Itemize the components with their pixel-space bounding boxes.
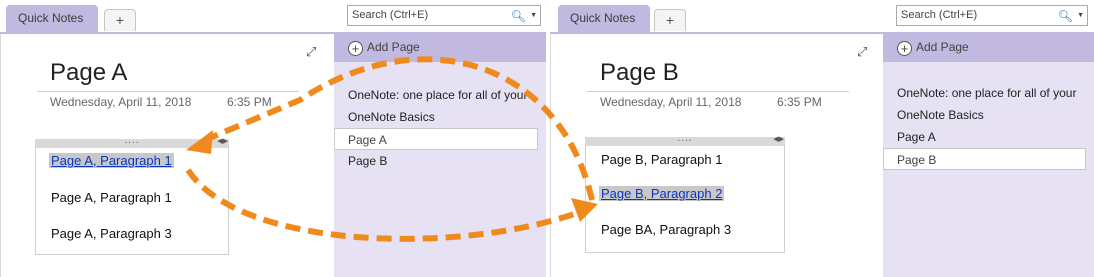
paragraph-3[interactable]: Page A, Paragraph 3 <box>51 226 172 241</box>
new-section-tab[interactable]: + <box>104 9 136 31</box>
drag-grip-icon[interactable]: .... <box>677 133 692 144</box>
page-date: Wednesday, April 11, 2018 <box>50 95 192 109</box>
new-section-tab[interactable]: + <box>654 9 686 31</box>
paragraph-1-selected-link[interactable]: Page A, Paragraph 1 <box>49 153 174 168</box>
resize-arrows-icon[interactable]: ◀▶ <box>773 135 784 143</box>
plus-icon: + <box>665 12 675 28</box>
page-list-item-onenote-intro[interactable]: OneNote: one place for all of your <box>883 82 1094 104</box>
plus-circle-icon: + <box>348 41 363 56</box>
page-list-item-page-a[interactable]: Page A <box>883 126 1094 148</box>
drag-grip-icon[interactable]: .... <box>124 135 139 146</box>
note-container-header[interactable]: .... ◀▶ <box>35 135 229 148</box>
caret-down-icon[interactable]: ▼ <box>1077 9 1084 23</box>
caret-down-icon[interactable]: ▼ <box>530 9 537 23</box>
page-title[interactable]: Page B <box>600 59 679 87</box>
add-page-label: Add Page <box>367 40 420 54</box>
tab-quick-notes[interactable]: Quick Notes <box>558 5 650 34</box>
search-input[interactable]: Search (Ctrl+E) 🔍︎ ▼ <box>347 5 541 26</box>
title-underline <box>587 91 849 92</box>
section-tab-bar: Quick Notes + Search (Ctrl+E) 🔍︎ ▼ <box>550 0 1094 34</box>
plus-icon: + <box>115 12 125 28</box>
page-list-item-onenote-basics[interactable]: OneNote Basics <box>883 104 1094 126</box>
expand-diagonal-icon[interactable]: ⤢ <box>857 44 867 60</box>
add-page-button[interactable]: + Add Page <box>883 34 1094 62</box>
add-page-label: Add Page <box>916 40 969 54</box>
page-list-sidebar: + Add Page OneNote: one place for all of … <box>334 34 546 277</box>
page-list-item-page-a[interactable]: Page A <box>334 128 538 150</box>
note-container-header[interactable]: .... ◀▶ <box>585 133 785 146</box>
paragraph-2[interactable]: Page A, Paragraph 1 <box>51 190 172 205</box>
note-container[interactable]: .... ◀▶ Page B, Paragraph 1 Page B, Para… <box>585 133 785 253</box>
page-canvas[interactable]: ⤢ Page A Wednesday, April 11, 2018 6:35 … <box>0 34 334 277</box>
paragraph-2-selected-link[interactable]: Page B, Paragraph 2 <box>599 186 725 201</box>
onenote-window-page-a: Quick Notes + Search (Ctrl+E) 🔍︎ ▼ ⤢ Pag… <box>0 0 546 277</box>
page-list-item-onenote-basics[interactable]: OneNote Basics <box>334 106 546 128</box>
paragraph-3[interactable]: Page BA, Paragraph 3 <box>601 222 731 237</box>
page-date: Wednesday, April 11, 2018 <box>600 95 742 109</box>
search-placeholder: Search (Ctrl+E) <box>352 9 429 21</box>
page-canvas[interactable]: ⤢ Page B Wednesday, April 11, 2018 6:35 … <box>550 34 883 277</box>
page-list-sidebar: + Add Page OneNote: one place for all of … <box>883 34 1094 277</box>
title-underline <box>37 91 299 92</box>
magnifier-icon[interactable]: 🔍︎ <box>1058 9 1073 23</box>
page-list-item-page-b[interactable]: Page B <box>883 148 1086 170</box>
page-list-item-page-b[interactable]: Page B <box>334 150 546 172</box>
expand-diagonal-icon[interactable]: ⤢ <box>306 44 316 60</box>
note-container[interactable]: .... ◀▶ Page A, Paragraph 1 Page A, Para… <box>35 135 229 255</box>
resize-arrows-icon[interactable]: ◀▶ <box>217 137 228 145</box>
tab-quick-notes-label: Quick Notes <box>570 11 636 25</box>
paragraph-1[interactable]: Page B, Paragraph 1 <box>601 152 722 167</box>
search-input[interactable]: Search (Ctrl+E) 🔍︎ ▼ <box>896 5 1088 26</box>
page-time: 6:35 PM <box>777 95 822 109</box>
search-placeholder: Search (Ctrl+E) <box>901 9 978 21</box>
page-title[interactable]: Page A <box>50 59 127 87</box>
page-list-item-onenote-intro[interactable]: OneNote: one place for all of your <box>334 84 546 106</box>
onenote-window-page-b: Quick Notes + Search (Ctrl+E) 🔍︎ ▼ ⤢ Pag… <box>550 0 1094 277</box>
tab-quick-notes-label: Quick Notes <box>18 11 84 25</box>
section-tab-bar: Quick Notes + Search (Ctrl+E) 🔍︎ ▼ <box>0 0 546 34</box>
add-page-button[interactable]: + Add Page <box>334 34 546 62</box>
tab-quick-notes[interactable]: Quick Notes <box>6 5 98 34</box>
magnifier-icon[interactable]: 🔍︎ <box>511 9 526 23</box>
page-time: 6:35 PM <box>227 95 272 109</box>
plus-circle-icon: + <box>897 41 912 56</box>
screenshot-root: Quick Notes + Search (Ctrl+E) 🔍︎ ▼ ⤢ Pag… <box>0 0 1094 277</box>
